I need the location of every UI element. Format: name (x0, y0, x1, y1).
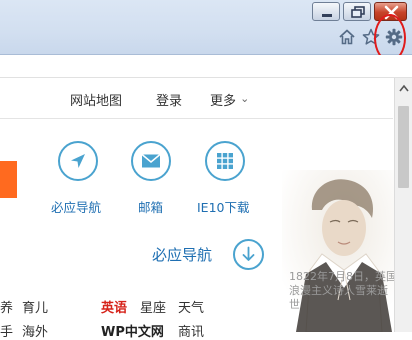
restore-button[interactable] (343, 2, 371, 21)
minimize-button[interactable] (312, 2, 340, 21)
caption-line: 世 (289, 298, 300, 311)
home-icon[interactable] (338, 28, 356, 46)
login-link[interactable]: 登录 (156, 90, 182, 109)
link-item[interactable]: 海外 (22, 321, 48, 340)
navigation-arrow-icon[interactable] (58, 141, 98, 181)
quick-link-label[interactable]: 邮箱 (138, 197, 163, 216)
link-item[interactable]: 天气 (178, 297, 204, 316)
caption-line: 浪漫主义诗人雪莱逝 (289, 284, 388, 297)
link-item[interactable]: 英语 (101, 297, 127, 316)
more-label: 更多 (210, 94, 237, 109)
address-strip (0, 55, 412, 78)
link-item[interactable]: WP中文网 (101, 321, 164, 340)
mail-icon[interactable] (131, 141, 171, 181)
chevron-down-icon: ⌄ (240, 92, 250, 105)
scroll-thumb[interactable] (398, 106, 409, 188)
quick-link-label[interactable]: 必应导航 (51, 197, 101, 216)
link-item[interactable]: 手 (0, 321, 13, 340)
restore-icon (351, 6, 365, 18)
grid-icon[interactable] (205, 141, 245, 181)
section-title[interactable]: 必应导航 (152, 244, 212, 265)
orange-banner-edge (0, 161, 17, 198)
link-item[interactable]: 商讯 (178, 321, 204, 340)
scroll-up-icon[interactable] (399, 84, 409, 92)
sitemap-link[interactable]: 网站地图 (70, 90, 122, 109)
link-item[interactable]: 育儿 (22, 297, 48, 316)
minimize-icon (322, 14, 332, 17)
browser-chrome (0, 0, 412, 55)
link-item[interactable]: 养 (0, 297, 13, 316)
vertical-scrollbar[interactable] (394, 78, 412, 332)
page-content: 网站地图 登录 更多 ⌄ 必应导航 邮箱 IE10下载 必应导航 养 育儿 英语… (0, 78, 412, 340)
image-caption: 1822年7月8日，英国 浪漫主义诗人雪莱逝 世 (289, 270, 397, 312)
quick-link-label[interactable]: IE10下载 (197, 197, 250, 216)
circle-down-arrow-icon[interactable] (233, 239, 264, 270)
more-link[interactable]: 更多 ⌄ (210, 90, 249, 109)
nav-divider (0, 118, 393, 119)
caption-line: 1822年7月8日，英国 (289, 270, 397, 283)
link-item[interactable]: 星座 (140, 297, 166, 316)
